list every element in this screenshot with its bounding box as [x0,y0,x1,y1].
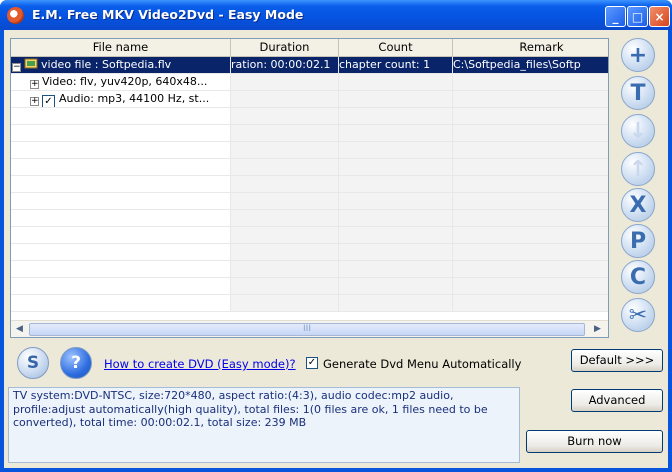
p-button[interactable]: P [621,224,655,258]
file-name-cell: − video file : Softpedia.flv [11,57,231,73]
generate-menu-checkbox[interactable]: ✓ [306,357,318,369]
expand-icon[interactable]: + [30,80,39,89]
column-header-count[interactable]: Count [339,39,453,57]
c-button[interactable]: C [621,260,655,294]
advanced-button[interactable]: Advanced [571,389,663,412]
file-name-cell: + Video: flv, yuv420p, 640x48... [11,74,231,90]
audio-stream-checkbox[interactable]: ✓ [42,95,55,107]
file-list-header: File name Duration Count Remark [11,39,608,57]
file-rows: − video file : Softpedia.flv ration: 00:0… [11,57,608,312]
generate-menu-label: Generate Dvd Menu Automatically [323,357,522,371]
video-stream-text: Video: flv, yuv420p, 640x48... [42,75,208,88]
expand-icon[interactable]: + [30,97,39,106]
cut-button[interactable]: ✂ [621,298,655,332]
file-name-cell: + ✓ Audio: mp3, 44100 Hz, st... [11,91,231,107]
column-header-remark[interactable]: Remark [453,39,608,57]
collapse-icon[interactable]: − [12,63,21,72]
default-button[interactable]: Default >>> [571,349,663,372]
burn-now-button[interactable]: Burn now [526,430,663,453]
main-panel: File name Duration Count Remark − video f… [4,30,668,468]
remark-cell [453,91,608,107]
duration-cell [231,74,339,90]
move-up-button[interactable]: ↑ [621,152,655,186]
info-panel: TV system:DVD-NTSC, size:720*480, aspect… [8,387,520,463]
scroll-right-icon[interactable]: ▶ [590,322,605,337]
title-button[interactable]: T [621,76,655,110]
table-row[interactable]: + ✓ Audio: mp3, 44100 Hz, st... [11,91,608,108]
how-to-create-dvd-link[interactable]: How to create DVD (Easy mode)? [104,357,296,371]
duration-cell [231,91,339,107]
minimize-button[interactable]: _ [605,6,626,27]
table-row[interactable]: − video file : Softpedia.flv ration: 00:0… [11,57,608,74]
count-cell [339,91,453,107]
horizontal-scrollbar[interactable]: ◀ III ▶ [11,320,608,337]
move-down-button[interactable]: ↓ [621,114,655,148]
app-icon [7,7,24,24]
column-header-duration[interactable]: Duration [231,39,339,57]
remark-cell [453,74,608,90]
title-bar[interactable]: E.M. Free MKV Video2Dvd - Easy Mode _ □ … [0,0,672,30]
remove-button[interactable]: X [621,188,655,222]
duration-cell: ration: 00:00:02.1 [231,57,339,73]
count-cell [339,74,453,90]
video-file-icon [24,57,38,70]
column-header-file-name[interactable]: File name [11,39,231,57]
remark-cell: C:\Softpedia_files\Softp [453,57,608,73]
s-button[interactable]: S [17,347,49,379]
audio-stream-text: Audio: mp3, 44100 Hz, st... [59,92,210,105]
scrollbar-thumb[interactable]: III [29,323,585,336]
table-row[interactable]: + Video: flv, yuv420p, 640x48... [11,74,608,91]
app-window: E.M. Free MKV Video2Dvd - Easy Mode _ □ … [0,0,672,472]
close-button[interactable]: × [649,6,670,27]
file-list[interactable]: File name Duration Count Remark − video f… [10,38,609,338]
file-name-text: video file : Softpedia.flv [41,58,172,71]
maximize-button[interactable]: □ [627,6,648,27]
help-button[interactable]: ? [60,347,92,379]
add-file-button[interactable]: + [621,38,655,72]
count-cell: chapter count: 1 [339,57,453,73]
scroll-left-icon[interactable]: ◀ [12,322,27,337]
window-title: E.M. Free MKV Video2Dvd - Easy Mode [32,7,304,22]
